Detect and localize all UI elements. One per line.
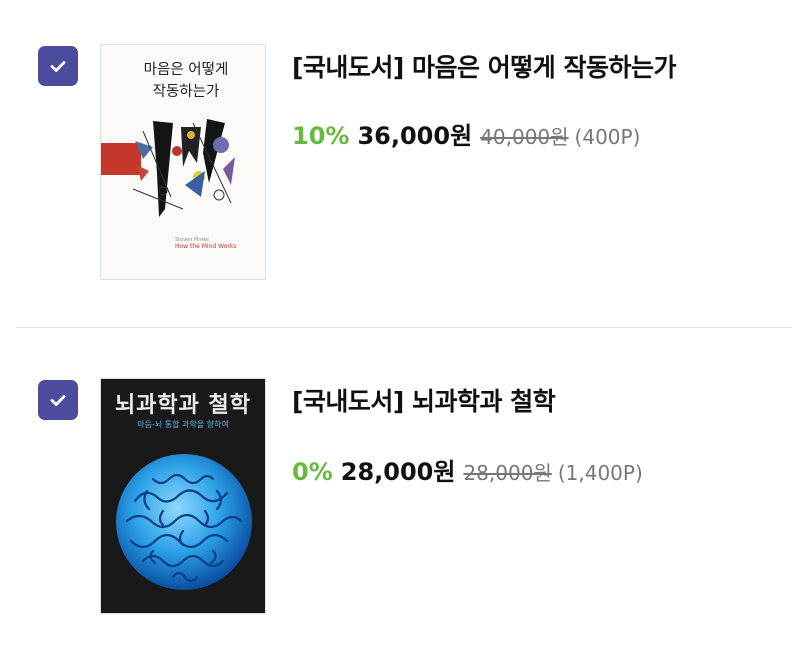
cover-title: 마음은 어떻게 작동하는가 xyxy=(143,62,229,100)
item-divider xyxy=(16,327,792,328)
checkmark-icon xyxy=(50,395,66,406)
brain-globe-illustration xyxy=(116,454,252,590)
reward-points: (400P) xyxy=(574,125,641,149)
reward-points: (1,400P) xyxy=(557,461,643,485)
price-row: 0% 28,000원 28,000원 (1,400P) xyxy=(292,452,643,487)
cover-artwork xyxy=(132,119,235,217)
product-title[interactable]: [국내도서] 뇌과학과 철학 xyxy=(292,382,556,418)
discount-rate: 0% xyxy=(292,458,333,486)
book-cover[interactable]: 뇌과학과 철학 마음-뇌 통합 과학을 향하여 xyxy=(100,378,266,614)
cover-subtitle: 마음-뇌 통합 과학을 향하여 xyxy=(137,420,229,429)
sale-price: 36,000원 xyxy=(357,122,473,150)
price-row: 10% 36,000원 40,000원 (400P) xyxy=(292,116,640,151)
original-price: 28,000원 xyxy=(463,461,552,485)
cart-item: 마음은 어떻게 작동하는가 Steven Pinker How the Mind… xyxy=(0,0,792,300)
sale-price: 28,000원 xyxy=(340,458,456,486)
item-checkbox[interactable] xyxy=(38,380,78,420)
cover-english-title: How the Mind Works xyxy=(175,243,237,250)
original-price: 40,000원 xyxy=(480,125,569,149)
cover-title: 뇌과학과 철학 xyxy=(114,393,252,418)
item-checkbox[interactable] xyxy=(38,46,78,86)
cart-item: 뇌과학과 철학 마음-뇌 통합 과학을 향하여 [국내도서] 뇌과학과 철학 0… xyxy=(0,330,792,630)
product-title[interactable]: [국내도서] 마음은 어떻게 작동하는가 xyxy=(292,48,676,84)
checkmark-icon xyxy=(50,61,66,72)
discount-rate: 10% xyxy=(292,122,350,150)
book-cover[interactable]: 마음은 어떻게 작동하는가 Steven Pinker How the Mind… xyxy=(100,44,266,280)
